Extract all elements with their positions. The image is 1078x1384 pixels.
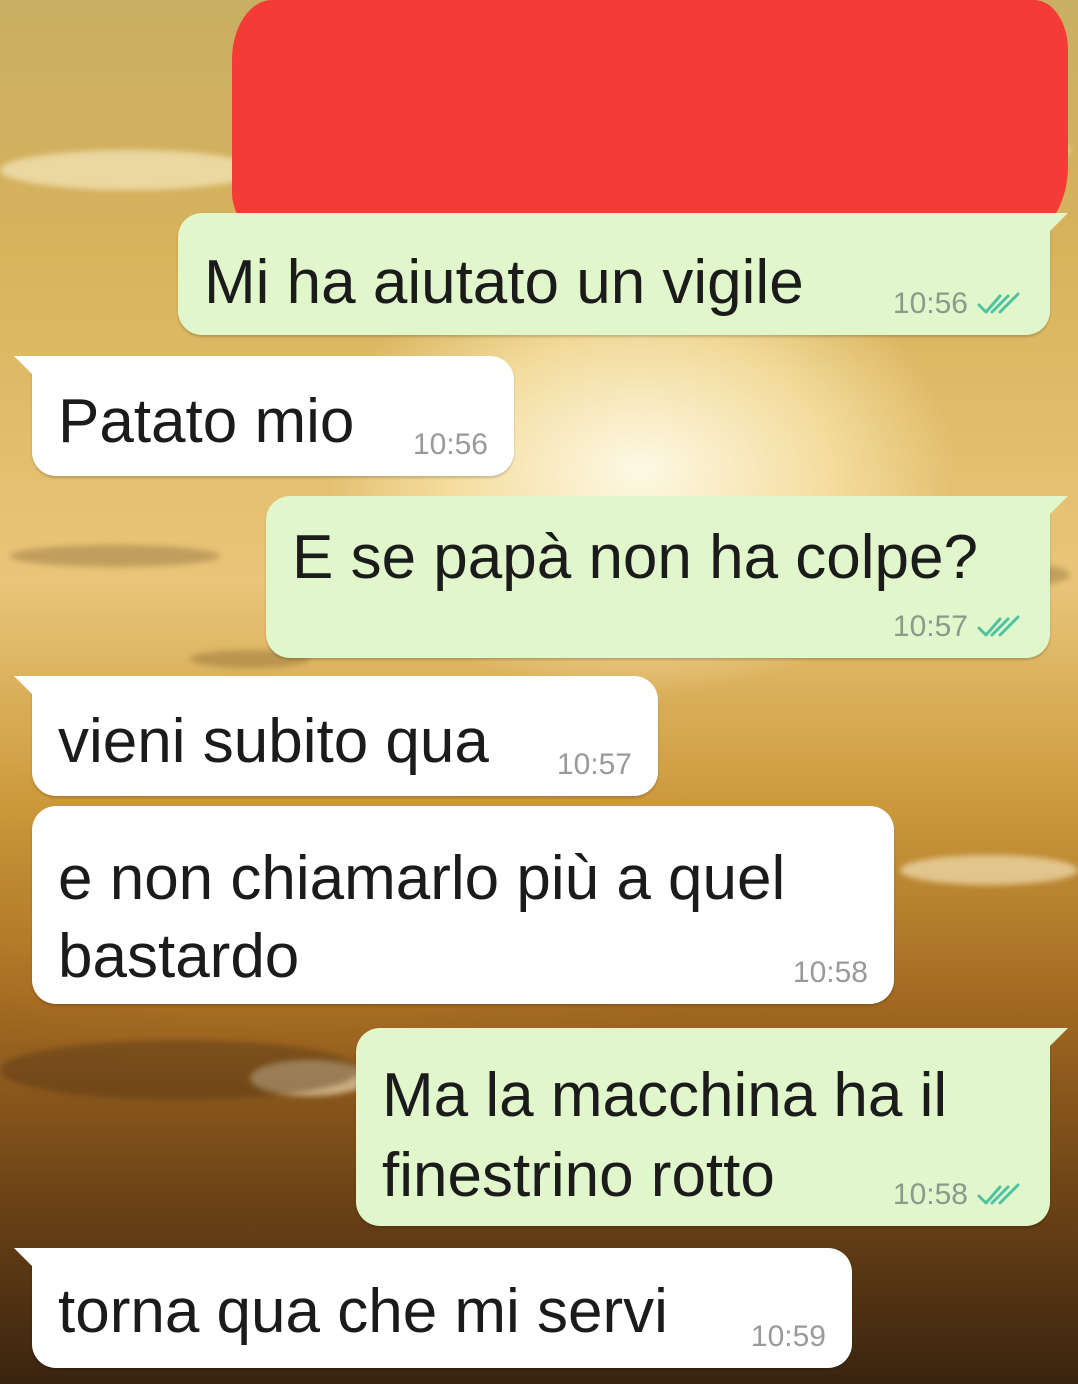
message-time: 10:57 [892, 610, 968, 643]
message-meta: 10:58 [793, 956, 868, 990]
message-time: 10:56 [412, 428, 488, 461]
message-text: Ma la macchina ha il finestrino rotto [382, 1061, 948, 1210]
wallpaper-cloud [0, 1040, 360, 1100]
bubble-tail [14, 1248, 34, 1268]
double-check-icon [977, 292, 1020, 314]
bubble-tail [14, 676, 34, 696]
message-meta: 10:59 [751, 1320, 826, 1354]
double-check-icon [977, 1183, 1020, 1205]
message-text: E se papà non ha colpe? [292, 523, 978, 592]
message-time: 10:58 [892, 1178, 968, 1211]
message-text: Patato mio [58, 387, 355, 456]
message-meta: 10:56 [413, 428, 488, 462]
message-time: 10:59 [750, 1320, 826, 1353]
message-time: 10:58 [792, 956, 868, 989]
message-text: vieni subito qua [58, 707, 489, 776]
message-text: e non chiamarlo più a quel bastardo [58, 844, 786, 991]
wallpaper-cloud [0, 150, 260, 190]
double-check-icon [977, 615, 1020, 637]
message-bubble-outgoing[interactable]: Mi ha aiutato un vigile 10:56 [178, 213, 1068, 335]
message-meta: 10:57 [893, 610, 1024, 644]
wallpaper-cloud [10, 545, 220, 567]
message-bubble-incoming[interactable]: vieni subito qua 10:57 [14, 676, 658, 796]
message-time: 10:56 [892, 287, 968, 320]
message-bubble-incoming[interactable]: Patato mio 10:56 [14, 356, 514, 476]
bubble-tail [1048, 213, 1068, 233]
message-time: 10:57 [556, 748, 632, 781]
message-bubble-outgoing[interactable]: Ma la macchina ha il finestrino rotto 10… [356, 1028, 1068, 1226]
message-text: Mi ha aiutato un vigile [204, 248, 804, 317]
message-meta: 10:57 [557, 748, 632, 782]
message-bubble-incoming[interactable]: e non chiamarlo più a quel bastardo 10:5… [32, 806, 894, 1004]
redaction-block [232, 0, 1068, 236]
bubble-tail [1048, 1028, 1068, 1048]
message-bubble-incoming[interactable]: torna qua che mi servi 10:59 [14, 1248, 852, 1368]
bubble-tail [14, 356, 34, 376]
message-bubble-outgoing[interactable]: E se papà non ha colpe? 10:57 [266, 496, 1068, 658]
message-meta: 10:56 [893, 287, 1024, 321]
wallpaper-cloud [900, 855, 1078, 885]
bubble-tail [1048, 496, 1068, 516]
message-text: torna qua che mi servi [58, 1277, 668, 1346]
message-meta: 10:58 [893, 1178, 1024, 1212]
